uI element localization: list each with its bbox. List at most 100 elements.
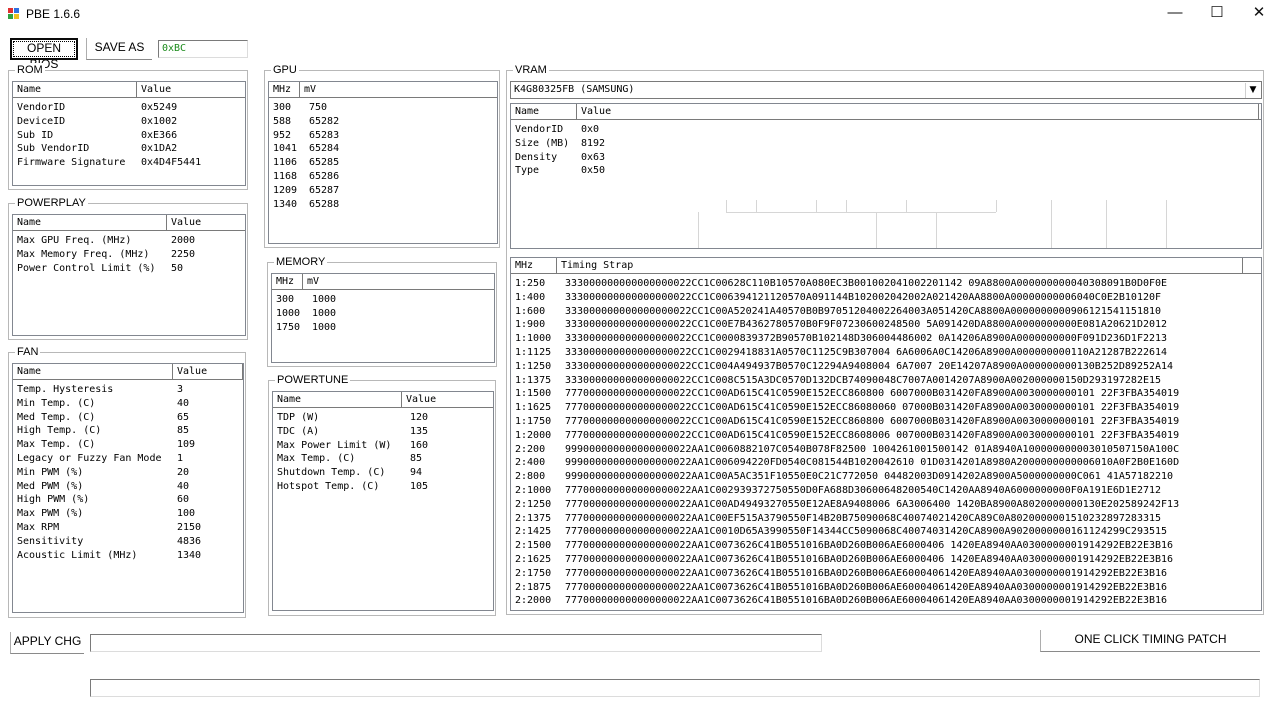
list-item[interactable]: Density 0x63: [511, 151, 1261, 165]
column-header[interactable]: mV: [300, 82, 497, 97]
timing-strap-row[interactable]: 2:1500 777000000000000000022AA1C0073626C4…: [511, 539, 1261, 553]
timing-strap-row[interactable]: 1:250 333000000000000000022CC1C00628C110B…: [511, 277, 1261, 291]
column-header[interactable]: Name: [13, 82, 137, 97]
column-header[interactable]: Value: [402, 392, 493, 407]
list-item[interactable]: VendorID 0x5249: [13, 101, 245, 115]
timing-strap-row[interactable]: 2:800 999000000000000000022AA1C00A5AC351F…: [511, 470, 1261, 484]
list-item[interactable]: 588 65282: [269, 115, 497, 129]
list-item[interactable]: Legacy or Fuzzy Fan Mode 1: [13, 452, 243, 466]
list-item[interactable]: High Temp. (C) 85: [13, 424, 243, 438]
column-header[interactable]: MHz: [272, 274, 303, 289]
list-item[interactable]: Max Power Limit (W) 160: [273, 439, 493, 453]
column-header[interactable]: Value: [167, 215, 245, 230]
timing-strap-row[interactable]: 2:1750 777000000000000000022AA1C0073626C4…: [511, 567, 1261, 581]
timing-strap-row[interactable]: 2:1250 777000000000000000022AA1C00AD49493…: [511, 498, 1261, 512]
list-item[interactable]: Hotspot Temp. (C) 105: [273, 480, 493, 494]
column-header[interactable]: MHz: [511, 258, 557, 273]
gpu-list[interactable]: MHz mV 300 750 588 65282 952 65283 1041 65284 110…: [268, 81, 498, 244]
list-item[interactable]: TDC (A) 135: [273, 425, 493, 439]
list-item[interactable]: Max Temp. (C) 109: [13, 438, 243, 452]
timing-strap-row[interactable]: 1:600 333000000000000000022CC1C00A520241A…: [511, 305, 1261, 319]
column-header[interactable]: mV: [303, 274, 494, 289]
memory-list[interactable]: MHz mV 300 1000 1000 1000 1750 1000: [271, 273, 495, 363]
rom-list[interactable]: Name Value VendorID 0x5249 DeviceID 0x1002 Su…: [12, 81, 246, 186]
list-item[interactable]: Sensitivity 4836: [13, 535, 243, 549]
timing-strap-row[interactable]: 1:400 333000000000000000022CC1C0063941211…: [511, 291, 1261, 305]
timing-strap-row[interactable]: 1:1625 777000000000000000022CC1C00AD615C4…: [511, 401, 1261, 415]
list-item[interactable]: 300 750: [269, 101, 497, 115]
powertune-list[interactable]: Name Value TDP (W) 120 TDC (A) 135 Max Power …: [272, 391, 494, 611]
timing-strap-row[interactable]: 1:1000 333000000000000000022CC1C000083937…: [511, 332, 1261, 346]
timing-strap-row[interactable]: 2:1625 777000000000000000022AA1C0073626C4…: [511, 553, 1261, 567]
timing-strap-list[interactable]: MHz Timing Strap 1:250 3330000000000000000…: [510, 257, 1262, 611]
list-item[interactable]: Size (MB) 8192: [511, 137, 1261, 151]
list-item[interactable]: Sub ID 0xE366: [13, 129, 245, 143]
column-header[interactable]: Name: [511, 104, 577, 119]
timing-strap-row[interactable]: 2:1425 777000000000000000022AA1C0010D65A3…: [511, 525, 1261, 539]
list-item[interactable]: 1340 65288: [269, 198, 497, 212]
list-item[interactable]: Firmware Signature 0x4D4F5441: [13, 156, 245, 170]
list-item[interactable]: Max PWM (%) 100: [13, 507, 243, 521]
checksum-field[interactable]: 0xBC: [158, 40, 248, 58]
list-item[interactable]: Temp. Hysteresis 3: [13, 383, 243, 397]
list-item[interactable]: 1106 65285: [269, 156, 497, 170]
list-item[interactable]: 952 65283: [269, 129, 497, 143]
list-item[interactable]: Type 0x50: [511, 164, 1261, 178]
maximize-icon[interactable]: ☐: [1196, 0, 1238, 28]
apply-changes-button[interactable]: APPLY CHG: [10, 632, 84, 654]
timing-strap-row[interactable]: 2:1000 777000000000000000022AA1C002939372…: [511, 484, 1261, 498]
column-header[interactable]: Value: [577, 104, 1259, 119]
list-item[interactable]: Min Temp. (C) 40: [13, 397, 243, 411]
vram-info-list[interactable]: Name Value VendorID 0x0 Size (MB) 8192 Densit…: [510, 103, 1262, 249]
list-item[interactable]: 1209 65287: [269, 184, 497, 198]
timing-strap-row[interactable]: 1:1500 777000000000000000022CC1C00AD615C4…: [511, 387, 1261, 401]
close-icon[interactable]: ✕: [1238, 0, 1280, 28]
list-item[interactable]: 1041 65284: [269, 142, 497, 156]
one-click-timing-patch-button[interactable]: ONE CLICK TIMING PATCH: [1040, 630, 1260, 652]
list-item[interactable]: Shutdown Temp. (C) 94: [273, 466, 493, 480]
list-item[interactable]: Max Memory Freq. (MHz) 2250: [13, 248, 245, 262]
list-item[interactable]: 300 1000: [272, 293, 494, 307]
list-item[interactable]: 1750 1000: [272, 321, 494, 335]
list-item[interactable]: Acoustic Limit (MHz) 1340: [13, 549, 243, 563]
column-header[interactable]: Value: [137, 82, 245, 97]
timing-strap-row[interactable]: 2:1375 777000000000000000022AA1C00EF515A3…: [511, 512, 1261, 526]
apply-value-field[interactable]: [90, 634, 822, 652]
column-header[interactable]: Name: [13, 215, 167, 230]
save-as-button[interactable]: SAVE AS: [86, 38, 152, 60]
list-item[interactable]: Sub VendorID 0x1DA2: [13, 142, 245, 156]
column-header[interactable]: Name: [13, 364, 173, 379]
timing-strap-row[interactable]: 2:200 999000000000000000022AA1C0060882107…: [511, 443, 1261, 457]
column-header[interactable]: MHz: [269, 82, 300, 97]
list-item[interactable]: 1168 65286: [269, 170, 497, 184]
timing-strap-row[interactable]: 2:400 999000000000000000022AA1C006094220F…: [511, 456, 1261, 470]
timing-strap-row[interactable]: 1:2000 777000000000000000022CC1C00AD615C4…: [511, 429, 1261, 443]
timing-strap-row[interactable]: 1:900 333000000000000000022CC1C00E7B43627…: [511, 318, 1261, 332]
list-item[interactable]: VendorID 0x0: [511, 123, 1261, 137]
column-header[interactable]: Value: [173, 364, 243, 379]
timing-strap-row[interactable]: 1:1125 333000000000000000022CC1C002941883…: [511, 346, 1261, 360]
list-item[interactable]: High PWM (%) 60: [13, 493, 243, 507]
timing-strap-row[interactable]: 1:1375 333000000000000000022CC1C008C515A3…: [511, 374, 1261, 388]
list-item[interactable]: Max RPM 2150: [13, 521, 243, 535]
timing-strap-row[interactable]: 2:1875 777000000000000000022AA1C0073626C4…: [511, 581, 1261, 595]
list-item[interactable]: DeviceID 0x1002: [13, 115, 245, 129]
powerplay-list[interactable]: Name Value Max GPU Freq. (MHz) 2000 Max Mem…: [12, 214, 246, 336]
minimize-icon[interactable]: —: [1154, 0, 1196, 28]
list-item[interactable]: Max Temp. (C) 85: [273, 452, 493, 466]
list-item[interactable]: Max GPU Freq. (MHz) 2000: [13, 234, 245, 248]
list-item[interactable]: 1000 1000: [272, 307, 494, 321]
column-header[interactable]: Timing Strap: [557, 258, 1243, 273]
column-header[interactable]: Name: [273, 392, 402, 407]
fan-list[interactable]: Name Value Temp. Hysteresis 3 Min Temp. (C)…: [12, 363, 244, 613]
chevron-down-icon[interactable]: ▼: [1245, 83, 1260, 98]
vram-select[interactable]: K4G80325FB (SAMSUNG) ▼: [510, 81, 1262, 99]
timing-strap-row[interactable]: 1:1750 777000000000000000022CC1C00AD615C4…: [511, 415, 1261, 429]
open-bios-button[interactable]: OPEN BIOS: [10, 38, 78, 71]
list-item[interactable]: TDP (W) 120: [273, 411, 493, 425]
list-item[interactable]: Min PWM (%) 20: [13, 466, 243, 480]
list-item[interactable]: Med PWM (%) 40: [13, 480, 243, 494]
list-item[interactable]: Med Temp. (C) 65: [13, 411, 243, 425]
list-item[interactable]: Power Control Limit (%) 50: [13, 262, 245, 276]
timing-strap-row[interactable]: 2:2000 777000000000000000022AA1C0073626C4…: [511, 594, 1261, 608]
